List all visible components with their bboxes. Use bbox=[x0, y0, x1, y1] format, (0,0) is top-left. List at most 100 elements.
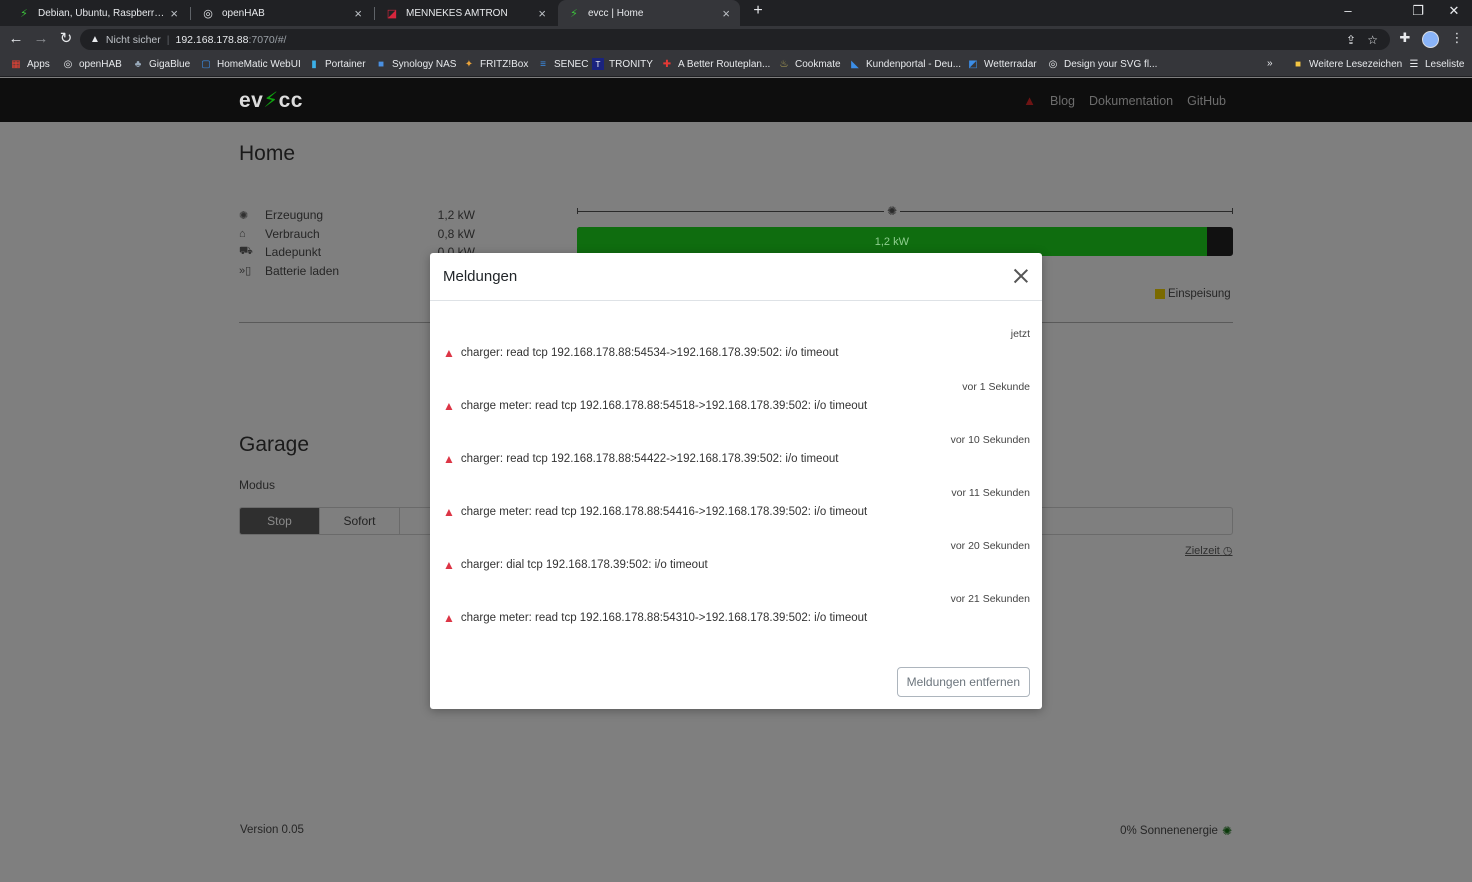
menu-kebab-icon[interactable]: ⋮ bbox=[1448, 30, 1466, 46]
legend-swatch bbox=[1155, 289, 1165, 299]
bookmarks-bar: ▦ Apps ◎ openHAB ♣ GigaBlue ▢ HomeMatic WebU… bbox=[0, 53, 1472, 77]
back-icon[interactable]: ← bbox=[7, 30, 25, 48]
notification-time: vor 1 Sekunde bbox=[962, 381, 1030, 393]
bookmarks-overflow-button[interactable]: » bbox=[1267, 58, 1273, 69]
sun-icon: ✺ bbox=[884, 204, 901, 218]
notification-time: vor 20 Sekunden bbox=[950, 540, 1030, 552]
forward-icon[interactable]: → bbox=[32, 30, 50, 48]
bookmark-label: Weitere Lesezeichen bbox=[1309, 58, 1403, 70]
close-icon[interactable]: × bbox=[170, 6, 178, 21]
bookmark-label: GigaBlue bbox=[149, 58, 191, 70]
restore-icon[interactable]: ❐ bbox=[1408, 3, 1428, 19]
bookmark-item[interactable]: ◎ Design your SVG fl... bbox=[1047, 58, 1158, 70]
production-bracket bbox=[577, 211, 1233, 212]
browser-tab[interactable]: ◪ MENNEKES AMTRON × bbox=[376, 0, 556, 26]
evcc-logo[interactable]: ev⚡cc bbox=[239, 88, 303, 113]
battery-icon: »▯ bbox=[239, 265, 252, 278]
nav-link-docs[interactable]: Dokumentation bbox=[1089, 94, 1173, 108]
bookmark-item[interactable]: ◣ Kundenportal - Deu... bbox=[849, 58, 961, 70]
extensions-icon[interactable]: ✚ bbox=[1396, 30, 1414, 46]
mode-button-stop[interactable]: Stop bbox=[240, 508, 320, 534]
url-path: :7070/#/ bbox=[248, 33, 287, 46]
share-icon[interactable]: ⇪ bbox=[1346, 33, 1356, 47]
power-bar-fill: 1,2 kW bbox=[577, 227, 1207, 256]
bookmark-item[interactable]: ■ Synology NAS bbox=[375, 58, 457, 70]
notification-item: vor 10 Sekunden ▲ charger: read tcp 192.1… bbox=[443, 434, 1030, 487]
close-icon[interactable] bbox=[1010, 265, 1032, 287]
openhab-icon: ◎ bbox=[63, 58, 73, 70]
star-icon[interactable]: ☆ bbox=[1367, 33, 1378, 47]
synology-icon: ■ bbox=[377, 58, 385, 70]
divider: | bbox=[166, 33, 170, 46]
warning-triangle-icon: ▲ bbox=[443, 399, 455, 413]
notification-time: vor 11 Sekunden bbox=[951, 487, 1030, 499]
notification-text: charger: read tcp 192.168.178.88:54534->… bbox=[460, 347, 839, 359]
bookmark-item[interactable]: T TRONITY bbox=[592, 58, 653, 70]
bookmark-item[interactable]: ♨ Cookmate bbox=[778, 58, 841, 70]
security-label[interactable]: Nicht sicher bbox=[106, 34, 161, 46]
bookmark-label: HomeMatic WebUI bbox=[217, 58, 301, 70]
bookmark-item[interactable]: ▦ Apps bbox=[10, 58, 50, 70]
bookmark-label: Apps bbox=[27, 58, 50, 70]
notification-time: vor 10 Sekunden bbox=[950, 434, 1030, 446]
gigablue-icon: ♣ bbox=[134, 58, 142, 70]
bookmark-item[interactable]: ♣ GigaBlue bbox=[132, 58, 190, 70]
bookmark-label: FRITZ!Box bbox=[480, 58, 529, 70]
power-bar-label: 1,2 kW bbox=[874, 235, 909, 248]
window-close-icon[interactable]: ✕ bbox=[1444, 3, 1464, 19]
bookmark-item[interactable]: ◩ Wetterradar bbox=[967, 58, 1036, 70]
nav-link-blog[interactable]: Blog bbox=[1050, 94, 1075, 108]
bracket-cap bbox=[577, 208, 578, 214]
reading-list-icon: ☰ bbox=[1409, 58, 1419, 70]
bookmark-item[interactable]: ✚ A Better Routeplan... bbox=[661, 58, 770, 70]
url-host: 192.168.178.88 bbox=[175, 33, 249, 46]
mennekes-icon: ◪ bbox=[386, 7, 398, 20]
bookmark-label: Portainer bbox=[325, 58, 366, 70]
bookmark-item[interactable]: ≡ SENEC bbox=[537, 58, 588, 70]
sun-icon: ✺ bbox=[239, 209, 249, 222]
bookmark-label: SENEC bbox=[554, 58, 589, 70]
other-bookmarks-folder[interactable]: ■ Weitere Lesezeichen bbox=[1292, 58, 1402, 70]
address-bar[interactable]: ▲ Nicht sicher | 192.168.178.88:7070/#/ … bbox=[80, 29, 1390, 50]
bookmark-label: Design your SVG fl... bbox=[1064, 58, 1158, 70]
version-label[interactable]: Version 0.05 bbox=[240, 824, 304, 836]
target-time-link[interactable]: Zielzeit ◷ bbox=[1185, 544, 1233, 557]
notification-item: vor 11 Sekunden ▲ charge meter: read tcp … bbox=[443, 487, 1030, 540]
close-icon[interactable]: × bbox=[538, 6, 546, 21]
cookmate-icon: ♨ bbox=[779, 58, 789, 70]
browser-tab[interactable]: ◎ openHAB × bbox=[192, 0, 372, 26]
reading-list-button[interactable]: ☰ Leseliste bbox=[1408, 58, 1465, 70]
target-time-label: Zielzeit bbox=[1185, 545, 1220, 557]
bracket-cap bbox=[1232, 208, 1233, 214]
notification-item: vor 21 Sekunden ▲ charge meter: read tcp … bbox=[443, 593, 1030, 646]
browser-tab[interactable]: ⚡ Debian, Ubuntu, Raspberry Pi | e × bbox=[8, 0, 188, 26]
close-icon[interactable]: × bbox=[354, 6, 362, 21]
page-title: Home bbox=[239, 142, 296, 165]
new-tab-button[interactable]: + bbox=[748, 2, 768, 24]
bookmark-label: Synology NAS bbox=[392, 58, 457, 70]
bookmark-label: openHAB bbox=[79, 58, 122, 70]
reload-icon[interactable]: ↻ bbox=[57, 30, 75, 48]
bookmark-label: Kundenportal - Deu... bbox=[866, 58, 962, 70]
energy-row: »▯Batterie laden0% bbox=[239, 262, 475, 281]
remove-notifications-button[interactable]: Meldungen entfernen bbox=[896, 667, 1030, 697]
legend-label: Einspeisung bbox=[1168, 288, 1231, 300]
mode-button-now[interactable]: Sofort bbox=[320, 508, 400, 534]
bookmark-label: Leseliste bbox=[1425, 58, 1465, 70]
browser-tab-active[interactable]: ⚡ evcc | Home × bbox=[558, 0, 740, 26]
bookmark-item[interactable]: ▢ HomeMatic WebUI bbox=[200, 58, 301, 70]
browser-tab-bar: ⚡ Debian, Ubuntu, Raspberry Pi | e × ◎ o… bbox=[0, 0, 1472, 26]
minimize-icon[interactable]: – bbox=[1338, 3, 1358, 18]
portainer-icon: ▮ bbox=[311, 58, 317, 70]
profile-avatar[interactable] bbox=[1422, 31, 1439, 48]
notification-text: charge meter: read tcp 192.168.178.88:54… bbox=[460, 612, 868, 624]
nav-link-github[interactable]: GitHub bbox=[1187, 94, 1226, 108]
notifications-warning-icon[interactable]: ▲ bbox=[1023, 93, 1036, 108]
close-icon[interactable]: × bbox=[722, 6, 730, 21]
bookmark-item[interactable]: ✦ FRITZ!Box bbox=[463, 58, 529, 70]
energy-label: Batterie laden bbox=[265, 263, 340, 278]
bookmark-item[interactable]: ▮ Portainer bbox=[308, 58, 366, 70]
energy-row: ✺ Erzeugung 1,2 kW bbox=[239, 206, 475, 225]
logo-bolt-icon: ⚡ bbox=[263, 89, 279, 112]
bookmark-item[interactable]: ◎ openHAB bbox=[62, 58, 122, 70]
